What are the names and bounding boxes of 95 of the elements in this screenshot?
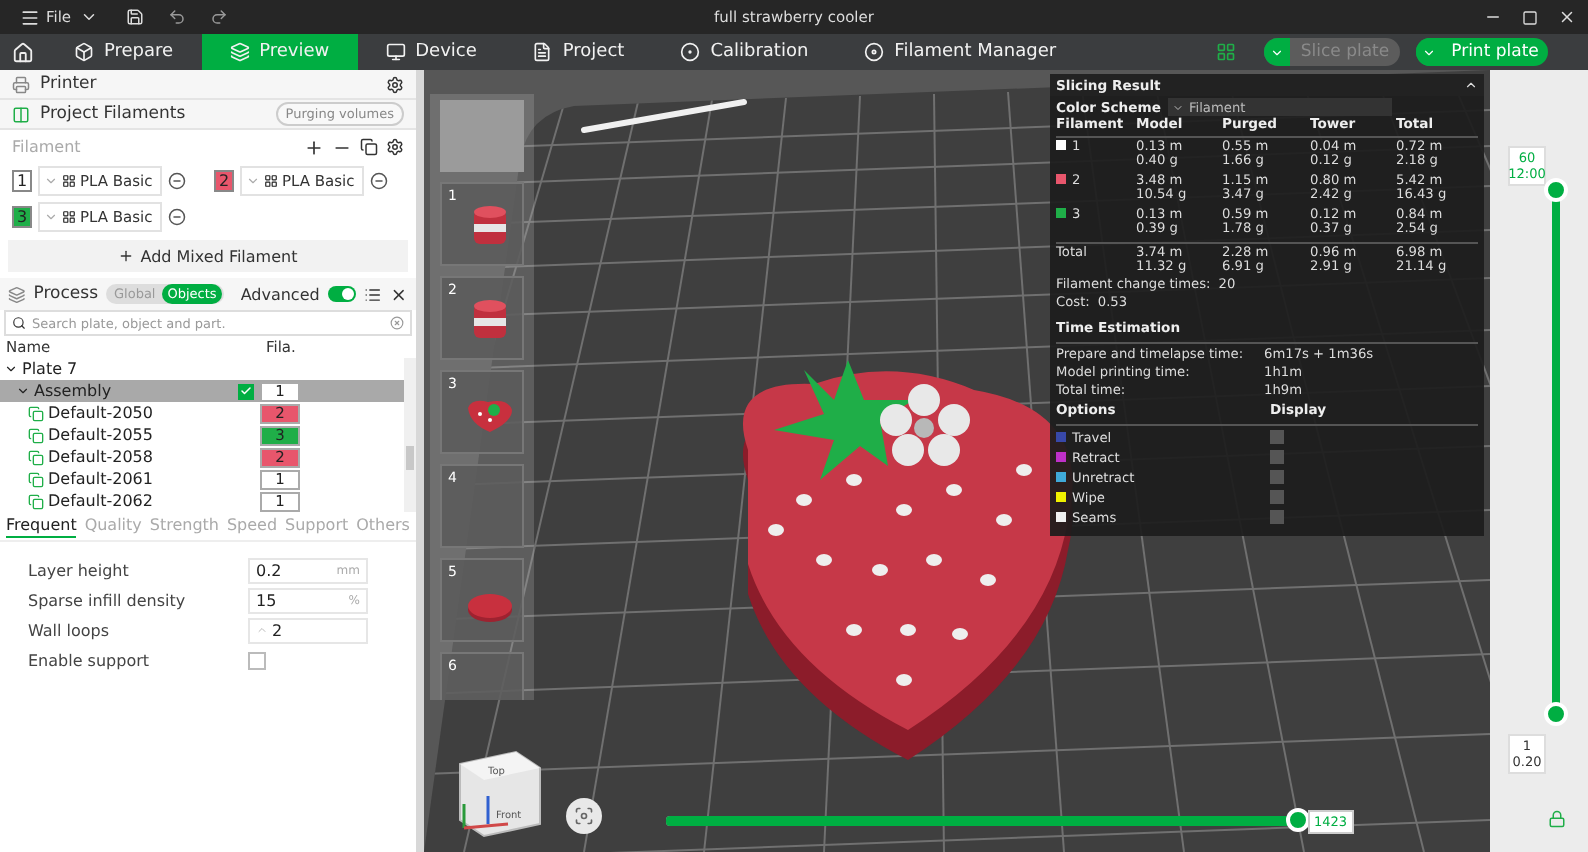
remove-filament-icon[interactable] <box>370 172 388 190</box>
model-thumbnail-drawing <box>470 204 510 248</box>
section-title: Process <box>33 284 98 304</box>
tab[interactable]: Filament Manager <box>836 34 1085 70</box>
chevron-icon <box>44 210 58 224</box>
grid-icon <box>62 174 76 188</box>
object-icon <box>28 471 44 487</box>
clear-icon[interactable] <box>390 316 404 330</box>
display-checkbox[interactable] <box>1270 510 1284 524</box>
redo-icon[interactable] <box>209 8 228 26</box>
cube-icon <box>74 42 94 62</box>
section-title: Project Filaments <box>40 104 188 124</box>
tree-label: Default-2050 <box>48 404 153 422</box>
settings-tab[interactable]: Frequent <box>6 515 77 537</box>
collapse-icon[interactable] <box>1464 78 1478 92</box>
filament-number: 2 <box>214 170 234 192</box>
display-checkbox[interactable] <box>1270 430 1284 444</box>
setting-label: Sparse infill density <box>28 591 188 609</box>
display-checkbox[interactable] <box>1270 470 1284 484</box>
remove-filament-icon[interactable] <box>168 208 186 226</box>
view-cube-drawing <box>459 750 541 838</box>
monitor-icon <box>385 42 406 62</box>
tree-label: Default-2062 <box>48 492 153 510</box>
chevron-icon[interactable] <box>79 8 98 26</box>
document-icon <box>532 42 553 62</box>
check-icon <box>240 384 252 398</box>
object-icon <box>28 405 44 421</box>
model-thumbnail-drawing <box>464 398 516 434</box>
setting-label: Wall loops <box>28 621 112 639</box>
scrollbar[interactable] <box>404 358 416 512</box>
expand-icon[interactable] <box>16 384 30 398</box>
model-thumbnail-drawing <box>470 298 510 342</box>
grid-icon <box>264 174 278 188</box>
advanced-label: Advanced <box>240 285 320 303</box>
model-thumbnail-drawing <box>466 592 514 624</box>
save-icon[interactable] <box>125 8 144 26</box>
close-icon[interactable] <box>1558 8 1576 26</box>
tree-label: Default-2061 <box>48 470 153 488</box>
section-title: Printer <box>40 74 99 94</box>
filament-number: 1 <box>12 170 32 192</box>
setting-label: Layer height <box>28 561 131 579</box>
spin-field[interactable]: 2 <box>248 617 368 643</box>
chevron-icon <box>1172 101 1185 113</box>
slider-handle[interactable] <box>1544 178 1568 202</box>
list-icon[interactable] <box>364 285 383 303</box>
object-icon <box>28 449 44 465</box>
copy-icon[interactable] <box>360 138 378 156</box>
remove-filament-icon[interactable] <box>168 172 186 190</box>
tree-row[interactable]: Plate 7 <box>0 358 404 380</box>
slider-handle[interactable] <box>1544 702 1568 726</box>
chevron-icon <box>1422 45 1436 59</box>
checkbox[interactable] <box>238 383 254 399</box>
settings-icon[interactable] <box>386 138 404 156</box>
target-icon <box>680 42 701 62</box>
tab[interactable]: Device <box>357 34 505 70</box>
display-checkbox[interactable] <box>1270 490 1284 504</box>
tab[interactable]: Project <box>504 34 653 70</box>
process-icon <box>8 285 26 303</box>
layer-slider[interactable] <box>1544 178 1568 726</box>
home-icon <box>12 41 34 63</box>
display-checkbox[interactable] <box>1270 450 1284 464</box>
advanced-switch[interactable] <box>327 286 357 302</box>
setting-label: Enable support <box>28 651 152 669</box>
grid-icon <box>62 210 76 224</box>
expand-icon[interactable] <box>4 362 18 376</box>
menu-icon <box>20 7 40 27</box>
search-icon <box>12 316 26 330</box>
chevron-icon <box>246 174 260 188</box>
filament-icon <box>12 105 30 123</box>
checkbox[interactable] <box>248 651 266 669</box>
tree-label: Default-2058 <box>48 448 153 466</box>
object-icon <box>28 427 44 443</box>
plate-thumbnail[interactable] <box>440 100 524 172</box>
undo-icon[interactable] <box>167 8 186 26</box>
layers-icon <box>229 42 250 62</box>
plus-icon <box>118 248 135 264</box>
layout-icon[interactable] <box>1216 42 1236 62</box>
tree-label: Assembly <box>34 382 112 400</box>
filament-number: 3 <box>12 206 32 228</box>
settings-icon[interactable] <box>386 75 404 93</box>
close-icon[interactable] <box>390 285 408 303</box>
printer-icon <box>12 75 30 93</box>
maximize-icon[interactable] <box>1522 9 1538 25</box>
filament-label: Filament <box>12 138 83 156</box>
add-icon[interactable] <box>304 137 324 157</box>
disc-icon <box>864 42 885 62</box>
object-icon <box>28 493 44 509</box>
tab[interactable]: Calibration <box>652 34 837 70</box>
focus-icon <box>574 806 594 826</box>
add-mixed-filament-button[interactable]: Add Mixed Filament <box>8 240 408 272</box>
tree-label: Default-2055 <box>48 426 153 444</box>
tab[interactable]: Prepare <box>46 34 202 70</box>
tree-label: Plate 7 <box>22 360 78 378</box>
chevron-icon <box>1270 45 1284 59</box>
chevron-icon <box>44 174 58 188</box>
